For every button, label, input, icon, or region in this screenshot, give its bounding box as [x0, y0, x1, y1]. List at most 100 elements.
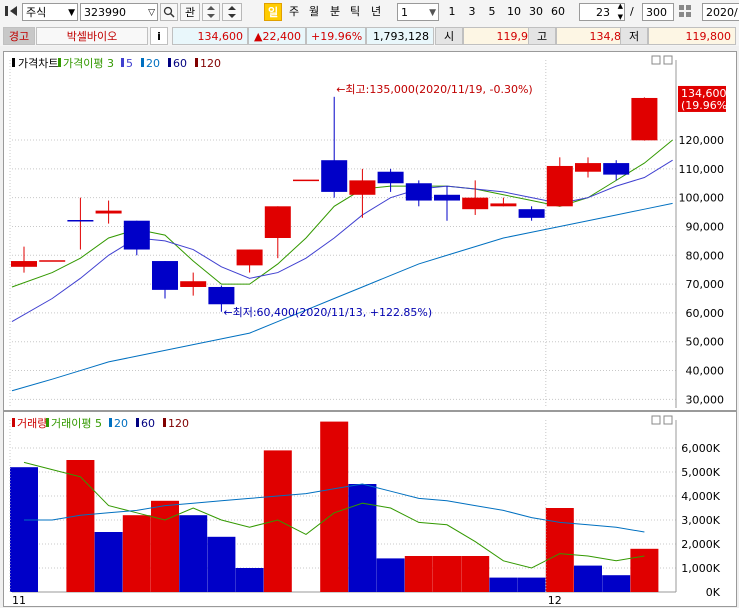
legend-item: 120 — [200, 57, 221, 70]
y-tick-label: 110,000 — [679, 163, 725, 176]
period-year-button[interactable]: 년 — [369, 3, 383, 21]
candle-body — [490, 203, 517, 207]
volume-bar — [376, 558, 405, 592]
legend-marker — [46, 418, 49, 427]
period-day-button[interactable]: 일 — [264, 3, 282, 21]
info-button[interactable]: i — [150, 27, 168, 45]
date-input[interactable]: 2020/ — [702, 3, 739, 21]
current-price: 134,600 — [172, 27, 248, 45]
legend-item: 20 — [114, 417, 128, 430]
candle-body — [11, 261, 37, 267]
period-minute-button[interactable]: 분 — [328, 3, 342, 21]
period-label: 분 — [329, 5, 341, 18]
count-input[interactable]: 23 ▲ ▼ — [579, 3, 625, 21]
stock-code-value: 323990 — [84, 6, 126, 19]
price-change-value: ▲22,400 — [254, 30, 301, 43]
price-chart[interactable]: 30,000 40,000 50,000 60,000 70,000 80,000 90,0… — [4, 52, 736, 410]
period-label: 월 — [308, 5, 320, 18]
y-tick-label: 40,000 — [686, 365, 725, 378]
interval-3-button[interactable]: 3 — [465, 3, 479, 21]
last-pct-label: (19.96%) — [681, 99, 732, 112]
total-count-input[interactable]: 300 — [642, 3, 674, 21]
volume-bar — [66, 460, 95, 592]
y-tick-label: 4,000K — [681, 490, 720, 503]
stock-code-input[interactable]: 323990 ▽ — [80, 3, 158, 21]
low-price: 119,800 — [648, 27, 736, 45]
price-change: ▲22,400 — [248, 27, 306, 45]
legend-marker — [163, 418, 166, 427]
stock-name[interactable]: 박셀바이오 — [36, 27, 148, 45]
period-day-label: 일 — [267, 6, 279, 19]
legend-item: 거래이평 5 — [51, 417, 102, 430]
legend-marker — [12, 418, 15, 427]
interval-label: 1 — [448, 5, 456, 18]
legend-item: 60 — [141, 417, 155, 430]
search-icon — [163, 6, 175, 18]
trade-volume-value: 1,793,128 — [373, 30, 429, 43]
search-button[interactable] — [160, 3, 178, 21]
candle-body — [95, 210, 122, 214]
volume-bar — [489, 577, 518, 592]
market-select[interactable]: 주식 ▼ — [22, 3, 78, 21]
y-tick-label: 120,000 — [679, 134, 725, 147]
menu-icon[interactable] — [4, 3, 20, 21]
volume-bar — [630, 548, 659, 592]
period-label: 주 — [288, 5, 300, 18]
candle-body — [462, 197, 489, 210]
y-tick-label: 3,000K — [681, 514, 720, 527]
warning-badge: 경고 — [3, 27, 35, 45]
interest-button[interactable]: 관 — [180, 3, 200, 21]
interval-select[interactable]: 1 ▼ — [397, 3, 439, 21]
interval-label: 3 — [468, 5, 476, 18]
volume-bar — [94, 532, 123, 592]
interval-value: 1 — [401, 6, 408, 19]
period-week-button[interactable]: 주 — [287, 3, 301, 21]
legend-marker — [12, 58, 15, 67]
volume-bar — [433, 556, 461, 592]
period-label: 틱 — [349, 5, 361, 18]
legend-marker — [168, 58, 171, 67]
interest-button-label: 관 — [184, 6, 196, 19]
volume-bar — [320, 421, 349, 592]
y-tick-label: 1,000K — [681, 562, 720, 575]
market-select-value: 주식 — [26, 6, 47, 19]
current-price-value: 134,600 — [197, 30, 244, 43]
candle-body — [208, 286, 235, 305]
low-label: 저 — [620, 27, 648, 45]
volume-bar — [122, 515, 151, 592]
stepper-button[interactable] — [222, 3, 242, 21]
legend-item: 가격차트 — [18, 57, 58, 70]
high-label-text: 고 — [536, 30, 548, 43]
volume-chart[interactable]: 0K 1,000K 2,000K 3,000K 4,000K 5,000K 6,000K 거래… — [4, 412, 736, 606]
candle-body — [575, 163, 601, 172]
volume-bar — [179, 515, 208, 592]
count-separator: / — [630, 5, 634, 18]
low-annotation: ←최저:60,400(2020/11/13, +122.85%) — [223, 306, 432, 319]
y-tick-label: 0K — [706, 586, 721, 599]
chevron-down-icon: ▼ — [68, 8, 75, 18]
candle-body — [236, 249, 263, 266]
period-tick-button[interactable]: 틱 — [348, 3, 362, 21]
open-label-text: 시 — [443, 30, 455, 43]
volume-bar — [348, 484, 377, 592]
candle-body — [603, 163, 630, 175]
y-tick-label: 2,000K — [681, 538, 720, 551]
grid-toggle-button[interactable] — [677, 3, 695, 21]
sort-button[interactable] — [202, 3, 220, 21]
candle-body — [434, 194, 460, 201]
period-month-button[interactable]: 월 — [307, 3, 321, 21]
interval-30-button[interactable]: 30 — [527, 3, 545, 21]
candle-body — [180, 281, 207, 287]
interval-label: 5 — [488, 5, 496, 18]
y-tick-label: 70,000 — [686, 278, 725, 291]
interval-1-button[interactable]: 1 — [445, 3, 459, 21]
y-tick-label: 30,000 — [686, 393, 725, 406]
interval-60-button[interactable]: 60 — [549, 3, 567, 21]
candle-body — [377, 171, 404, 184]
interval-5-button[interactable]: 5 — [485, 3, 499, 21]
volume-bar — [263, 450, 292, 592]
interval-10-button[interactable]: 10 — [505, 3, 523, 21]
legend-item: 20 — [146, 57, 160, 70]
legend-marker — [121, 58, 124, 67]
legend-item: 5 — [126, 57, 133, 70]
